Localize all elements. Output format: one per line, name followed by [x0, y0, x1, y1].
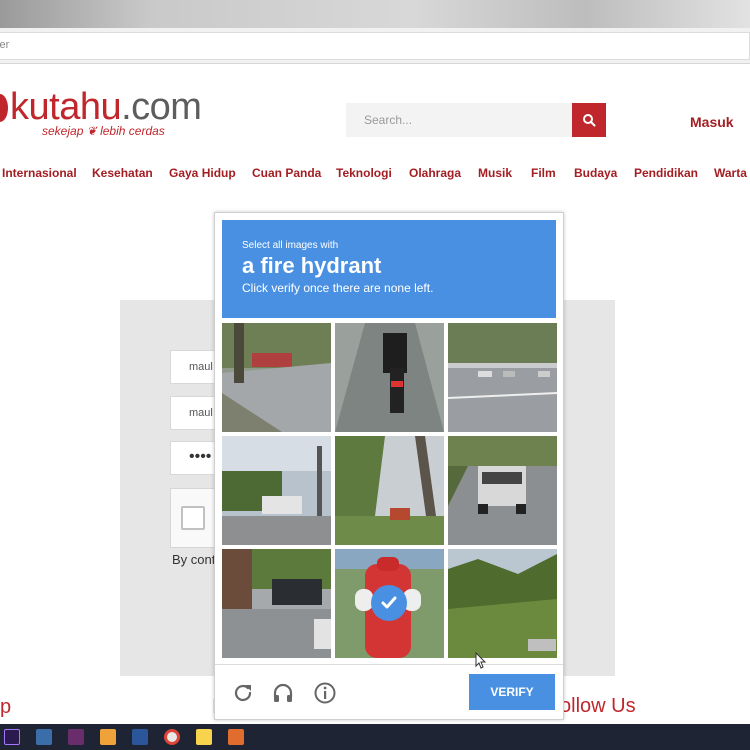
search-button[interactable]	[572, 103, 606, 137]
challenge-footer: VERIFY	[215, 664, 563, 720]
tile-image-parked-car	[222, 549, 331, 658]
nav-item-olahraga[interactable]: Olahraga	[409, 166, 461, 180]
challenge-hint: Click verify once there are none left.	[242, 281, 434, 295]
tile-image-tree-houses	[335, 436, 444, 545]
search-icon	[583, 114, 596, 127]
footer-heading-left: p	[0, 696, 12, 718]
nav-item-musik[interactable]: Musik	[478, 166, 512, 180]
word-app-icon[interactable]	[132, 729, 148, 745]
tile-image-motorcyclist	[335, 323, 444, 432]
browser-tab-strip	[0, 0, 750, 28]
headphones-icon[interactable]	[271, 681, 295, 705]
challenge-tile-5[interactable]	[335, 436, 444, 545]
address-bar-text: ster	[0, 39, 10, 51]
chrome-app-icon[interactable]	[164, 729, 180, 745]
address-bar[interactable]: ster	[0, 32, 750, 60]
challenge-instruction: Select all images with	[242, 240, 339, 251]
mouse-cursor-icon	[475, 652, 487, 669]
tile-image-trees-road	[448, 549, 557, 658]
file-explorer-icon[interactable]	[36, 729, 52, 745]
nav-item-pendidikan[interactable]: Pendidikan	[634, 166, 698, 180]
taskbar	[0, 724, 750, 750]
nav-item-film[interactable]: Film	[531, 166, 556, 180]
selected-check-icon	[371, 585, 407, 621]
challenge-tile-4[interactable]	[222, 436, 331, 545]
login-link[interactable]: Masuk	[690, 114, 734, 130]
browser-toolbar: ster	[0, 28, 750, 64]
challenge-tile-8[interactable]	[335, 549, 444, 658]
logo-wordmark: kutahu.com	[10, 86, 202, 129]
verify-button[interactable]: VERIFY	[469, 674, 555, 710]
nav-item-budaya[interactable]: Budaya	[574, 166, 617, 180]
challenge-header: Select all images with a fire hydrant Cl…	[222, 220, 556, 318]
challenge-target: a fire hydrant	[242, 253, 382, 278]
challenge-tile-3[interactable]	[448, 323, 557, 432]
nav-item-internasional[interactable]: Internasional	[2, 166, 77, 180]
recorder-app-icon[interactable]	[228, 729, 244, 745]
nav-item-teknologi[interactable]: Teknologi	[336, 166, 392, 180]
logo-tagline: sekejap ❦ lebih cerdas	[42, 124, 165, 138]
reload-icon[interactable]	[231, 681, 255, 705]
challenge-tile-7[interactable]	[222, 549, 331, 658]
logo-mark-icon	[0, 94, 8, 122]
nav-item-cuan-panda[interactable]: Cuan Panda	[252, 166, 321, 180]
nav-item-kesehatan[interactable]: Kesehatan	[92, 166, 153, 180]
paint-app-icon[interactable]	[100, 729, 116, 745]
search-box	[346, 103, 572, 137]
search-input[interactable]	[346, 103, 572, 137]
follow-us-heading: ollow Us	[560, 695, 636, 717]
logo-name: kutahu	[10, 86, 122, 128]
logo-tld: .com	[121, 86, 202, 128]
challenge-tile-9[interactable]	[448, 549, 557, 658]
tile-image-sidewalk	[222, 323, 331, 432]
tile-image-pickup-truck	[448, 436, 557, 545]
tile-image-intersection	[448, 323, 557, 432]
tile-image-parking-lot	[222, 436, 331, 545]
consent-text: By cont	[172, 552, 216, 567]
nav-item-gaya-hidup[interactable]: Gaya Hidup	[169, 166, 236, 180]
sticky-notes-icon[interactable]	[196, 729, 212, 745]
challenge-tile-2[interactable]	[335, 323, 444, 432]
media-app-icon[interactable]	[68, 729, 84, 745]
nav-item-warta[interactable]: Warta	[714, 166, 747, 180]
recaptcha-checkbox[interactable]	[181, 506, 205, 530]
recaptcha-challenge: Select all images with a fire hydrant Cl…	[214, 212, 564, 720]
premiere-app-icon[interactable]	[4, 729, 20, 745]
challenge-tile-6[interactable]	[448, 436, 557, 545]
info-icon[interactable]	[313, 681, 337, 705]
challenge-tile-1[interactable]	[222, 323, 331, 432]
